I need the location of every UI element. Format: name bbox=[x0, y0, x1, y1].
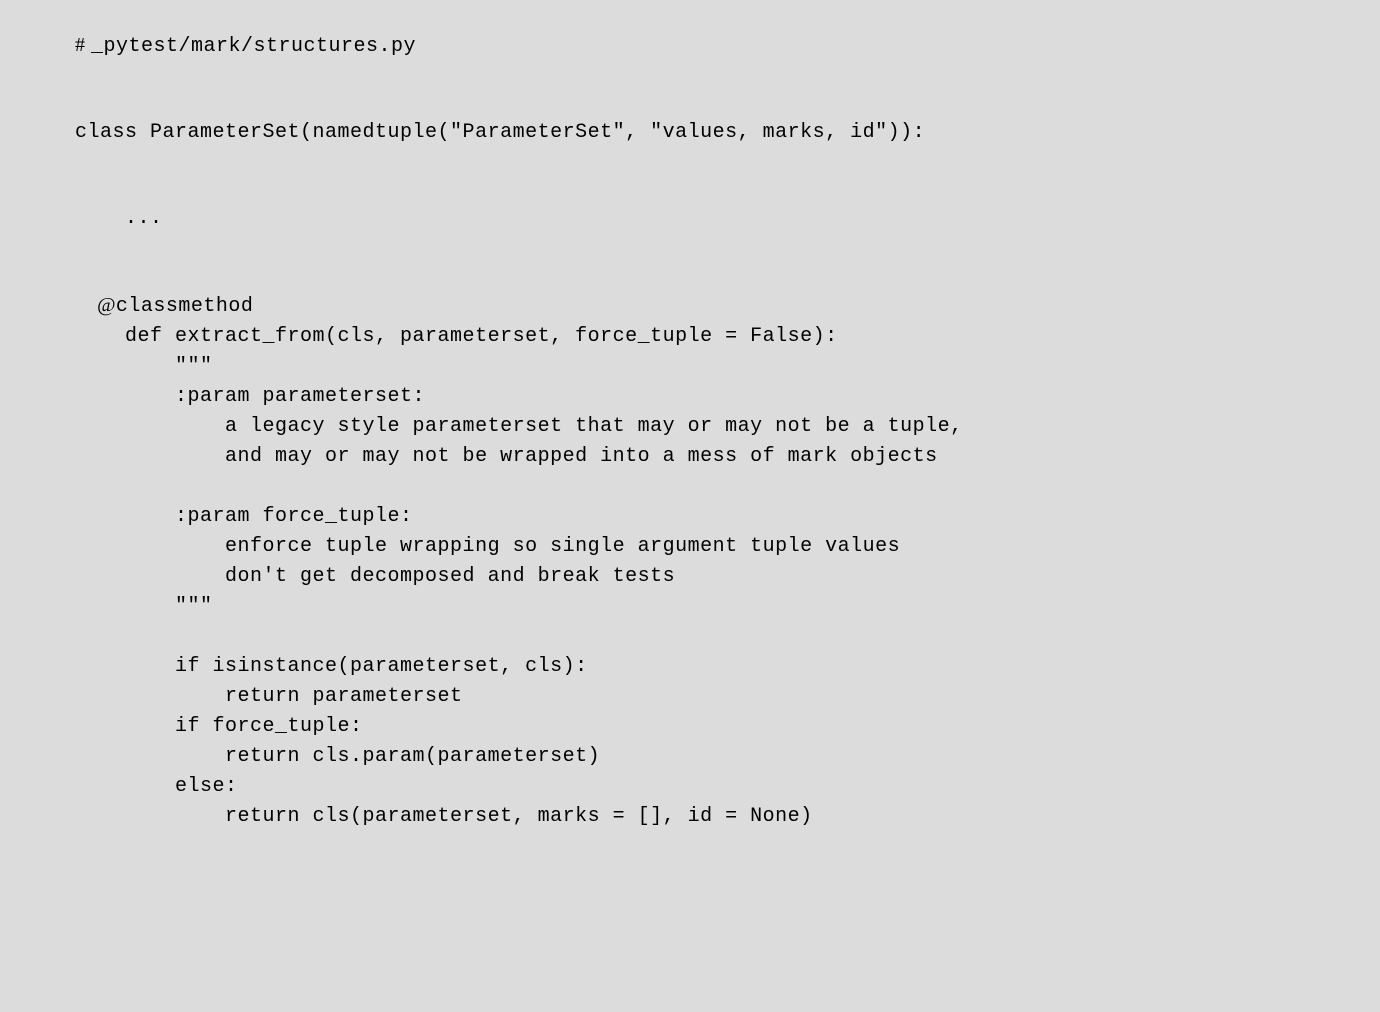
code-line-12: don't get decomposed and break tests bbox=[75, 562, 1380, 592]
code-line-5: def extract_from(cls, parameterset, forc… bbox=[75, 322, 1380, 352]
code-line-15: return parameterset bbox=[75, 682, 1380, 712]
code-line-19: return cls(parameterset, marks = [], id … bbox=[75, 802, 1380, 832]
code-line-1: # _pytest/mark/structures.py bbox=[75, 30, 1380, 62]
code-line-14: if isinstance(parameterset, cls): bbox=[75, 652, 1380, 682]
blank-line bbox=[75, 62, 1380, 118]
code-line-8: a legacy style parameterset that may or … bbox=[75, 412, 1380, 442]
code-line-2: class ParameterSet(namedtuple("Parameter… bbox=[75, 118, 1380, 148]
blank-line bbox=[75, 234, 1380, 290]
blank-line bbox=[75, 472, 1380, 502]
code-line-18: else: bbox=[75, 772, 1380, 802]
code-line-6: """ bbox=[75, 352, 1380, 382]
code-line-4: @classmethod bbox=[75, 290, 1380, 322]
code-line-16: if force_tuple: bbox=[75, 712, 1380, 742]
blank-line bbox=[75, 622, 1380, 652]
blank-line bbox=[75, 148, 1380, 204]
code-line-9: and may or may not be wrapped into a mes… bbox=[75, 442, 1380, 472]
code-line-3: ... bbox=[75, 204, 1380, 234]
code-line-17: return cls.param(parameterset) bbox=[75, 742, 1380, 772]
code-line-10: :param force_tuple: bbox=[75, 502, 1380, 532]
code-line-11: enforce tuple wrapping so single argumen… bbox=[75, 532, 1380, 562]
code-line-13: """ bbox=[75, 592, 1380, 622]
code-line-7: :param parameterset: bbox=[75, 382, 1380, 412]
